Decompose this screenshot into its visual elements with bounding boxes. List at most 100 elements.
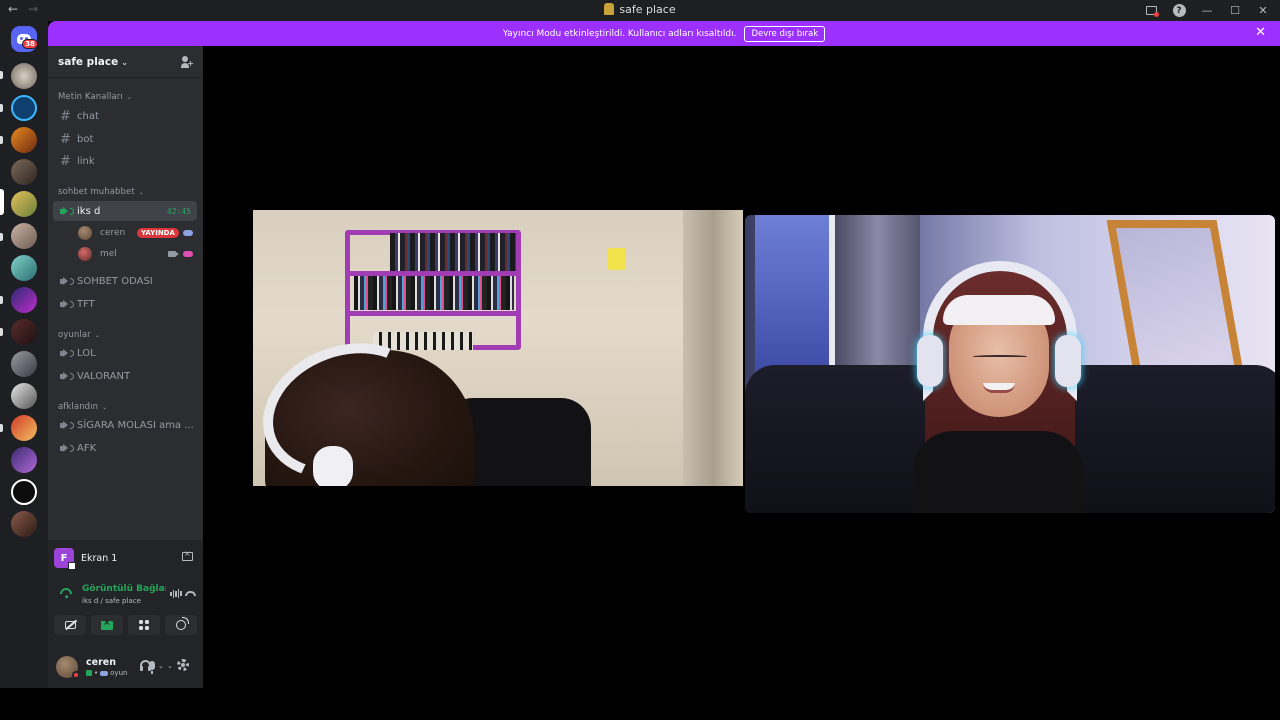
server-icon-4[interactable] [11, 159, 37, 185]
chevron-down-icon: ⌄ [92, 332, 100, 339]
selected-server-indicator [0, 189, 4, 215]
video-tile-ceren[interactable] [253, 210, 743, 486]
gear-icon[interactable] [177, 659, 189, 671]
voice-channel-afk[interactable]: AFK [53, 438, 197, 458]
voice-channel-sigara-molasi[interactable]: SİGARA MOLASI ama ... [53, 415, 197, 435]
username[interactable]: ceren [86, 657, 116, 668]
server-icon-9[interactable] [11, 319, 37, 345]
minimize-icon[interactable]: — [1196, 2, 1218, 19]
chevron-down-icon: ⌄ [136, 189, 144, 196]
category-text-channels[interactable]: Metin Kanalları ⌄ [58, 92, 132, 102]
server-icon-12[interactable] [11, 415, 37, 441]
status-icon [86, 670, 92, 676]
server-icon-13[interactable] [11, 447, 37, 473]
voice-channel-iks-d[interactable]: iks d 42:45 [53, 201, 197, 221]
unread-pill [0, 136, 3, 144]
server-icon-14[interactable] [11, 479, 37, 505]
disconnect-icon[interactable] [185, 591, 196, 596]
headphones-icon[interactable] [140, 660, 151, 671]
server-icon-6[interactable] [11, 223, 37, 249]
add-member-icon[interactable]: + [181, 55, 194, 68]
soundboard-button[interactable] [165, 615, 197, 635]
chevron-down-icon[interactable]: ⌄ [158, 662, 164, 670]
stop-stream-icon[interactable] [182, 549, 193, 561]
guild-header[interactable]: safe place ⌄ + [48, 46, 203, 78]
chevron-down-icon[interactable]: ⌄ [167, 662, 173, 670]
window-title: safe place [0, 3, 1280, 16]
streamer-mode-banner: Yayıncı Modu etkinleştirildi. Kullanıcı … [48, 21, 1280, 46]
video-content [913, 261, 1083, 513]
video-content [683, 210, 743, 486]
window-controls: ? — ☐ ✕ [1140, 2, 1274, 19]
video-content [608, 248, 626, 270]
noise-suppression-icon[interactable] [170, 589, 182, 598]
banner-text: Yayıncı Modu etkinleştirildi. Kullanıcı … [502, 28, 737, 39]
camera-toggle-button[interactable] [54, 615, 86, 635]
screen-share-button[interactable] [91, 615, 123, 635]
voice-channel-valorant[interactable]: VALORANT [53, 366, 197, 386]
hashtag-icon: # [60, 153, 71, 169]
screen-avatar: F [54, 548, 76, 570]
voice-user-ceren[interactable]: ceren YAYINDA [78, 223, 197, 243]
speaker-icon [60, 207, 77, 215]
signal-icon[interactable] [57, 585, 75, 603]
voice-channel-lol[interactable]: LOL [53, 343, 197, 363]
disable-streamer-mode-button[interactable]: Devre dışı bırak [744, 25, 826, 42]
title-bar: ← → safe place ? — ☐ ✕ [0, 0, 1280, 21]
unread-pill [0, 424, 3, 432]
activities-icon [139, 620, 149, 630]
server-icon-7[interactable] [11, 255, 37, 281]
voice-user-mel[interactable]: mel [78, 244, 197, 264]
maximize-icon[interactable]: ☐ [1224, 2, 1246, 19]
server-icon-1[interactable] [11, 63, 37, 89]
close-icon[interactable]: ✕ [1252, 2, 1274, 19]
server-icon-11[interactable] [11, 383, 37, 409]
dnd-status-icon [72, 671, 80, 679]
channel-chat[interactable]: # chat [53, 106, 197, 126]
gamepad-icon [183, 230, 193, 236]
server-icon-2[interactable] [11, 95, 37, 121]
voice-channel-tft[interactable]: TFT [53, 294, 197, 314]
voice-channel-sohbet-odasi[interactable]: SOHBET ODASI [53, 271, 197, 291]
speaker-icon [60, 421, 77, 429]
server-icon [604, 3, 615, 15]
video-content [313, 446, 353, 486]
server-rail: 38 [0, 21, 48, 688]
dm-unread-badge: 38 [22, 39, 38, 49]
video-content [755, 215, 835, 385]
server-icon-3[interactable] [11, 127, 37, 153]
activities-button[interactable] [128, 615, 160, 635]
unread-pill [0, 296, 3, 304]
stream-stage [203, 46, 1280, 688]
gamepad-icon [100, 670, 109, 676]
server-icon-safe-place[interactable] [11, 191, 37, 217]
camera-off-icon [64, 621, 76, 629]
category-sohbet-muhabbet[interactable]: sohbet muhabbet ⌄ [58, 187, 144, 197]
screen-share-row: F Ekran 1 [54, 546, 197, 570]
unread-pill [0, 104, 3, 112]
channel-bot[interactable]: # bot [53, 129, 197, 149]
avatar [78, 226, 92, 240]
user-activity: • oyun [86, 669, 127, 677]
user-area: ceren • oyun ⌄ ⌄ [48, 648, 203, 688]
server-icon-10[interactable] [11, 351, 37, 377]
close-banner-icon[interactable]: ✕ [1255, 25, 1266, 40]
chevron-down-icon: ⌄ [121, 57, 128, 67]
help-icon[interactable]: ? [1168, 2, 1190, 19]
video-tile-mel[interactable] [745, 215, 1275, 513]
soundboard-icon [176, 617, 189, 630]
channel-link[interactable]: # link [53, 151, 197, 171]
unread-pill [0, 233, 3, 241]
hashtag-icon: # [60, 131, 71, 147]
voice-channel-path[interactable]: iks d / safe place [82, 597, 141, 605]
server-icon-15[interactable] [11, 511, 37, 537]
screen-share-icon[interactable] [1140, 2, 1162, 19]
speaker-icon [60, 277, 77, 285]
server-icon-8[interactable] [11, 287, 37, 313]
category-oyunlar[interactable]: oyunlar ⌄ [58, 330, 100, 340]
speaker-icon [60, 300, 77, 308]
category-afklandin[interactable]: afklandın ⌄ [58, 402, 107, 412]
guild-name[interactable]: safe place ⌄ [58, 56, 128, 68]
voice-connected-status[interactable]: Görüntülü Bağlantı Kuruldu [82, 584, 166, 594]
voice-controls [54, 615, 197, 635]
